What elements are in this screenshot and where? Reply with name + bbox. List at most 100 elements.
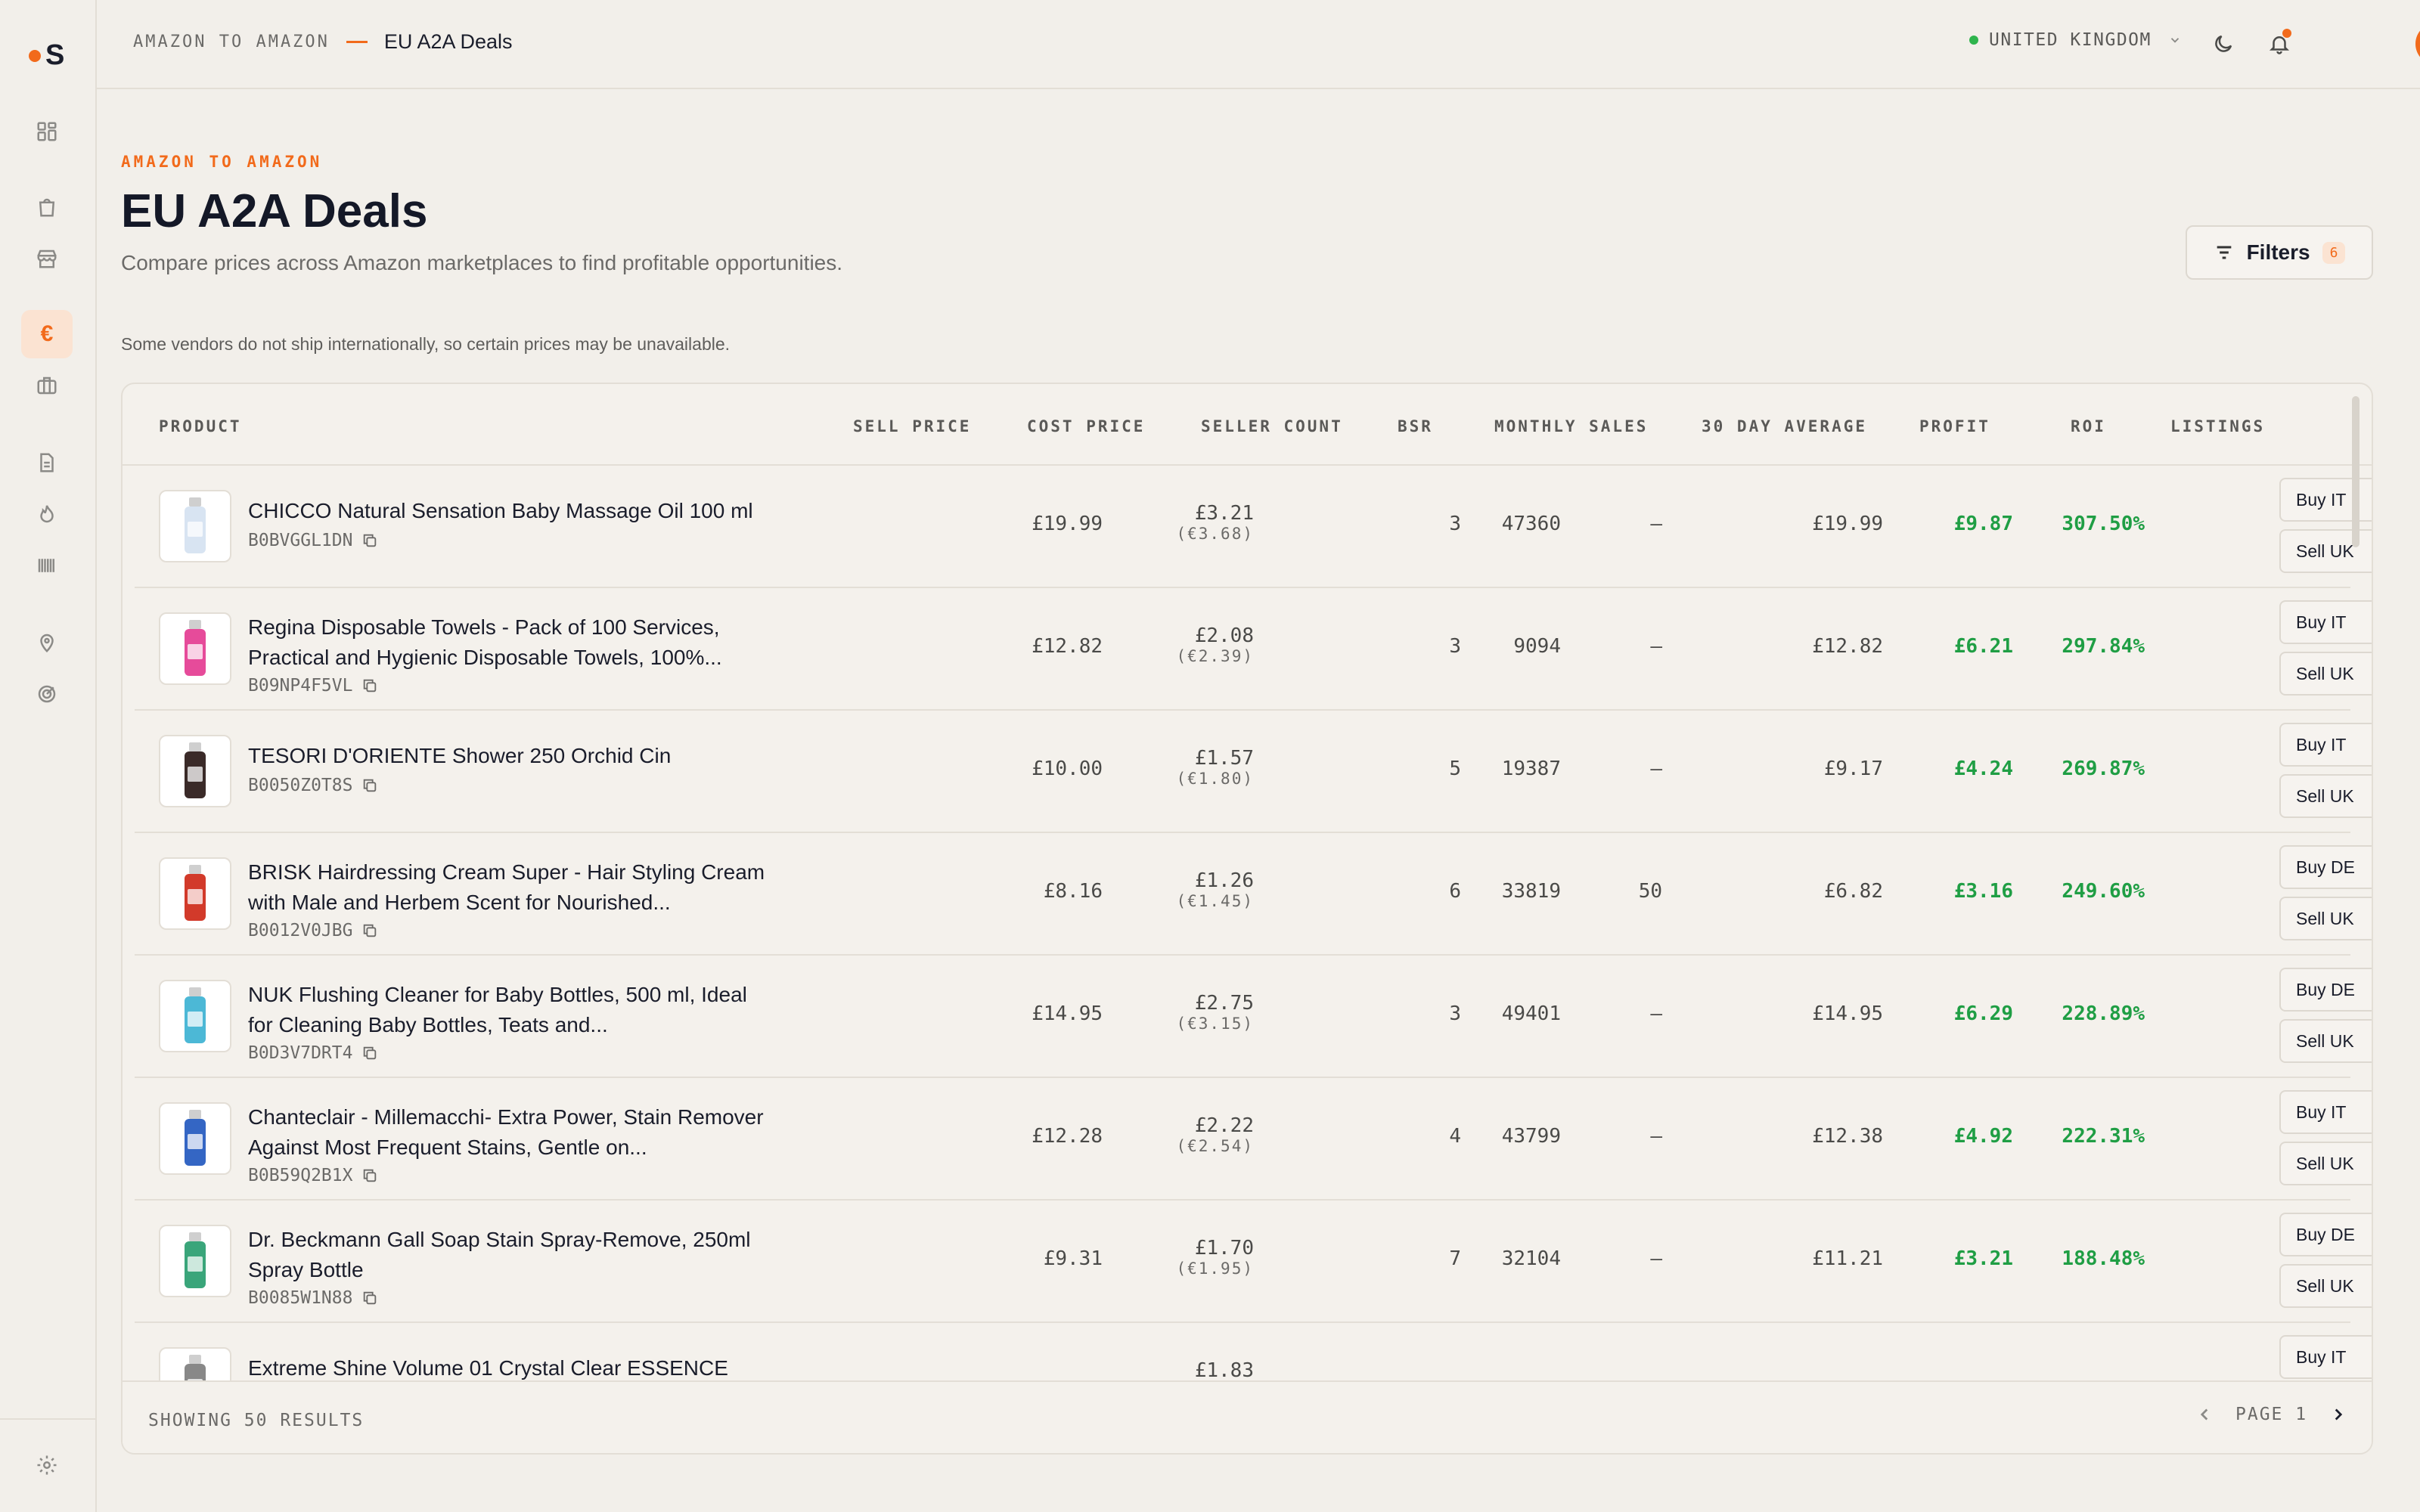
region-selector[interactable]: UNITED KINGDOM <box>1969 30 2182 50</box>
table-row[interactable]: CHICCO Natural Sensation Baby Massage Oi… <box>135 466 2372 588</box>
column-roi[interactable]: ROI <box>2071 417 2106 435</box>
notifications-button[interactable] <box>2261 26 2297 62</box>
sell-listing-button[interactable]: Sell UK <box>2279 897 2372 940</box>
avatar[interactable]: S <box>2415 23 2420 65</box>
copy-icon[interactable] <box>361 1045 378 1061</box>
product-thumbnail[interactable] <box>159 735 231 807</box>
sell-listing-label: Sell UK <box>2296 541 2354 561</box>
theme-toggle-button[interactable] <box>2205 26 2242 62</box>
breadcrumb-root[interactable]: AMAZON TO AMAZON <box>133 33 330 51</box>
product-name[interactable]: Regina Disposable Towels - Pack of 100 S… <box>248 612 777 673</box>
copy-icon[interactable] <box>361 1167 378 1184</box>
copy-icon[interactable] <box>361 532 378 549</box>
sell-listing-button[interactable]: Sell UK <box>2279 652 2372 696</box>
sidebar-item-store[interactable] <box>21 234 73 283</box>
buy-listing-button[interactable]: Buy DE <box>2279 968 2372 1012</box>
sidebar-item-flame[interactable] <box>21 490 73 538</box>
table-row[interactable]: NUK Flushing Cleaner for Baby Bottles, 5… <box>135 956 2372 1078</box>
buy-listing-button[interactable]: Buy IT <box>2279 1090 2372 1134</box>
product-thumbnail[interactable] <box>159 857 231 930</box>
sidebar-item-dashboard[interactable] <box>21 107 73 156</box>
product-asin: B0B59Q2B1X <box>248 1166 378 1185</box>
product-name[interactable]: Dr. Beckmann Gall Soap Stain Spray-Remov… <box>248 1225 777 1285</box>
page-indicator: PAGE 1 <box>2235 1405 2308 1424</box>
sidebar-item-target[interactable] <box>21 670 73 718</box>
product-thumbnail[interactable] <box>159 1347 231 1385</box>
product-thumbnail[interactable] <box>159 1225 231 1297</box>
buy-listing-button[interactable]: Buy DE <box>2279 845 2372 889</box>
buy-listing-button[interactable]: Buy IT <box>2279 600 2372 644</box>
moon-icon <box>2215 35 2232 52</box>
product-name[interactable]: Extreme Shine Volume 01 Crystal Clear ES… <box>248 1353 777 1383</box>
sell-listing-label: Sell UK <box>2296 1153 2354 1173</box>
region-label: UNITED KINGDOM <box>1989 30 2152 50</box>
sidebar-item-barcode[interactable] <box>21 541 73 590</box>
thirty-day-average: £9.17 <box>1823 758 1883 780</box>
sell-listing-button[interactable]: Sell UK <box>2279 774 2372 818</box>
cost-price: £1.70 <box>1194 1237 1254 1259</box>
product-thumbnail[interactable] <box>159 612 231 685</box>
seller-count: 6 <box>1449 880 1461 903</box>
column-product[interactable]: PRODUCT <box>159 417 242 435</box>
product-thumbnail[interactable] <box>159 490 231 562</box>
column-profit[interactable]: PROFIT <box>1919 417 1990 435</box>
copy-icon[interactable] <box>361 1290 378 1306</box>
product-name[interactable]: BRISK Hairdressing Cream Super - Hair St… <box>248 857 777 918</box>
roi: 228.89% <box>2062 1002 2145 1025</box>
chevron-right-icon[interactable] <box>2328 1405 2348 1424</box>
thirty-day-average: £12.38 <box>1812 1125 1883 1148</box>
column-bsr[interactable]: BSR <box>1398 417 1433 435</box>
buy-listing-button[interactable]: Buy IT <box>2279 1335 2372 1379</box>
product-name[interactable]: Chanteclair - Millemacchi- Extra Power, … <box>248 1102 777 1163</box>
cost-price: £1.26 <box>1194 869 1254 892</box>
table-row[interactable]: Chanteclair - Millemacchi- Extra Power, … <box>135 1078 2372 1201</box>
table-row[interactable]: TESORI D'ORIENTE Shower 250 Orchid Cin B0… <box>135 711 2372 833</box>
product-image <box>185 497 206 553</box>
seller-count: 7 <box>1449 1247 1461 1270</box>
table-row[interactable]: Dr. Beckmann Gall Soap Stain Spray-Remov… <box>135 1201 2372 1323</box>
copy-icon[interactable] <box>361 922 378 939</box>
buy-listing-button[interactable]: Buy DE <box>2279 1213 2372 1256</box>
column-cost-price[interactable]: COST PRICE <box>1027 417 1145 435</box>
bsr: 49401 <box>1501 1002 1561 1025</box>
table-row[interactable]: BRISK Hairdressing Cream Super - Hair St… <box>135 833 2372 956</box>
thirty-day-average: £19.99 <box>1812 513 1883 535</box>
cost-price: £2.75 <box>1194 992 1254 1015</box>
sidebar-item-eu-a2a[interactable]: € <box>21 310 73 358</box>
sidebar-item-location[interactable] <box>21 618 73 667</box>
column-seller-count[interactable]: SELLER COUNT <box>1201 417 1343 435</box>
product-thumbnail[interactable] <box>159 980 231 1052</box>
product-asin: B0BVGGL1DN <box>248 531 378 550</box>
table-scrollbar[interactable] <box>2352 396 2360 547</box>
sidebar-item-document[interactable] <box>21 438 73 487</box>
sell-price: £9.31 <box>1043 1247 1103 1270</box>
app-logo[interactable]: S <box>29 39 74 71</box>
column-30-day-average[interactable]: 30 DAY AVERAGE <box>1702 417 1867 435</box>
sell-listing-button[interactable]: Sell UK <box>2279 1142 2372 1185</box>
chevron-left-icon[interactable] <box>2195 1405 2214 1424</box>
sidebar-item-briefcase[interactable] <box>21 361 73 410</box>
buy-listing-button[interactable]: Buy IT <box>2279 723 2372 767</box>
page-eyebrow: AMAZON TO AMAZON <box>121 153 323 171</box>
table-row[interactable]: Regina Disposable Towels - Pack of 100 S… <box>135 588 2372 711</box>
sell-listing-button[interactable]: Sell UK <box>2279 1019 2372 1063</box>
copy-icon[interactable] <box>361 677 378 694</box>
table-row[interactable]: Extreme Shine Volume 01 Crystal Clear ES… <box>135 1323 2372 1385</box>
shipping-notice: Some vendors do not ship internationally… <box>121 334 731 354</box>
sell-listing-label: Sell UK <box>2296 908 2354 928</box>
column-monthly-sales[interactable]: MONTHLY SALES <box>1494 417 1648 435</box>
filters-button[interactable]: Filters 6 <box>2186 225 2373 280</box>
column-sell-price[interactable]: SELL PRICE <box>853 417 971 435</box>
sidebar-item-shopping[interactable] <box>21 183 73 231</box>
product-thumbnail[interactable] <box>159 1102 231 1175</box>
briefcase-icon <box>37 376 57 395</box>
copy-icon[interactable] <box>361 777 378 794</box>
sidebar-item-settings[interactable] <box>21 1441 73 1489</box>
buy-listing-label: Buy DE <box>2296 979 2355 999</box>
product-name[interactable]: CHICCO Natural Sensation Baby Massage Oi… <box>248 496 777 526</box>
sell-listing-button[interactable]: Sell UK <box>2279 1264 2372 1308</box>
cost-price-eur: (€2.54) <box>1176 1137 1254 1155</box>
product-name[interactable]: NUK Flushing Cleaner for Baby Bottles, 5… <box>248 980 777 1040</box>
table-header: PRODUCT SELL PRICE COST PRICE SELLER COU… <box>123 384 2372 466</box>
product-name[interactable]: TESORI D'ORIENTE Shower 250 Orchid Cin <box>248 741 777 771</box>
